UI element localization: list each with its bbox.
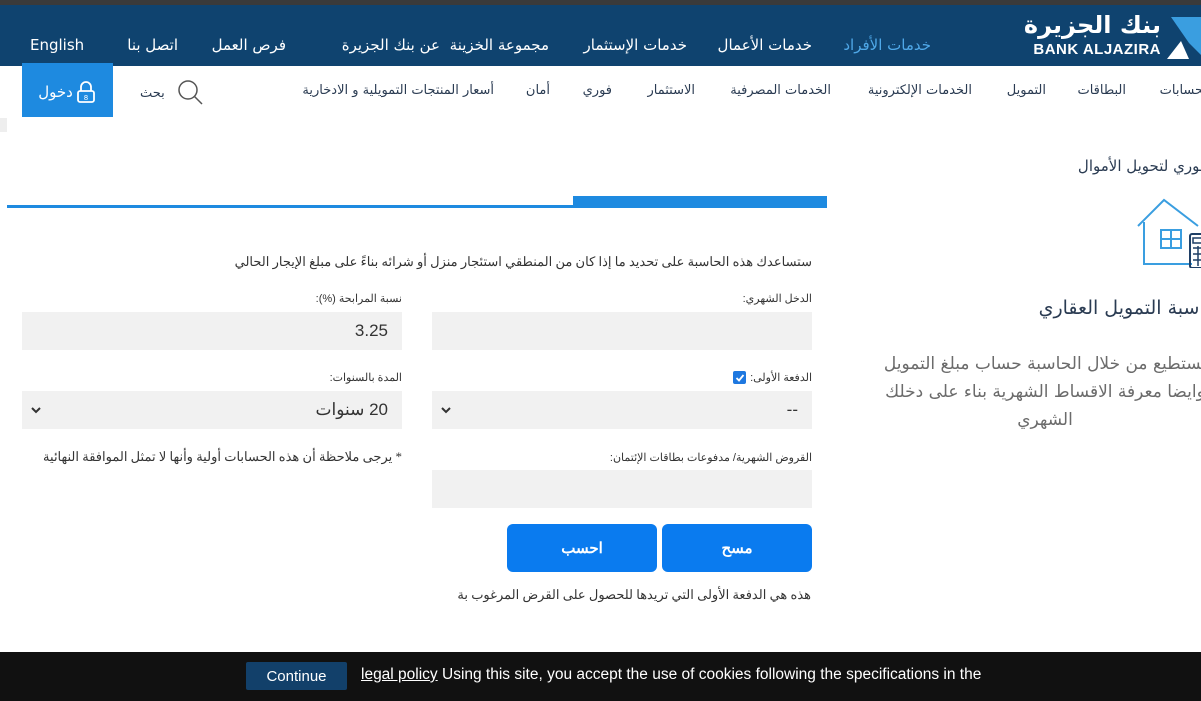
down-payment-hint: هذه هي الدفعة الأولى التي تريدها للحصول … <box>457 587 811 602</box>
subnav-fawri[interactable]: فوري <box>583 83 612 98</box>
down-payment-checkbox[interactable] <box>733 371 747 384</box>
cookie-continue-button[interactable]: Continue <box>246 662 347 690</box>
side-tab <box>0 118 7 132</box>
cookie-banner: Continue legal policy Using this site, y… <box>0 652 1201 701</box>
monthly-income-label-text: الدخل الشهري: <box>742 293 812 305</box>
down-payment-selected: -- <box>786 400 798 419</box>
clear-button[interactable]: مسح <box>662 524 812 572</box>
progress-fill <box>572 196 827 208</box>
monthly-loans-label: القروض الشهرية/ مدفوعات بطاقات الإئتمان: <box>610 451 812 464</box>
cookie-message-text: Using this site, you accept the use of c… <box>437 666 982 683</box>
subnav-aman[interactable]: أمان <box>526 83 550 98</box>
svg-text:8: 8 <box>84 94 88 102</box>
duration-label: المدة بالسنوات: <box>330 371 402 384</box>
main-nav: خدمات الأفراد خدمات الأعمال خدمات الإستث… <box>0 5 1201 66</box>
calculator-progress-bar <box>7 196 827 208</box>
monthly-loans-label-text: القروض الشهرية/ مدفوعات بطاقات الإئتمان: <box>609 452 812 464</box>
subnav-product-prices[interactable]: أسعار المنتجات التمويلية و الادخارية <box>302 83 494 98</box>
sidebar-title: حاسبة التمويل العقاري <box>1038 297 1201 319</box>
profit-rate-label-text: نسبة المرابحة (%): <box>315 293 402 305</box>
subnav-accounts[interactable]: الحسابات <box>1160 83 1201 98</box>
subnav-banking-services[interactable]: الخدمات المصرفية <box>730 83 831 98</box>
login-label: دخول <box>38 82 73 101</box>
nav-investment-services[interactable]: خدمات الإستثمار <box>584 36 687 54</box>
calculate-button[interactable]: احسب <box>507 524 657 572</box>
sidebar-panel: فوري لتحويل الأموال حاسبة التمويل العقار… <box>880 140 1201 440</box>
duration-select[interactable]: 20 سنوات <box>22 391 402 429</box>
nav-business-services[interactable]: خدمات الأعمال <box>718 36 812 54</box>
search-label: بحث <box>140 85 165 101</box>
checkmark-icon <box>735 373 744 382</box>
cookie-message: legal policy Using this site, you accept… <box>361 666 981 684</box>
duration-selected: 20 سنوات <box>315 400 388 419</box>
down-payment-label-text: الدفعة الأولى: <box>750 372 812 384</box>
nav-treasury-group[interactable]: مجموعة الخزينة <box>450 36 549 54</box>
subnav-financing[interactable]: التمويل <box>1007 83 1046 98</box>
chevron-down-icon <box>31 407 41 414</box>
nav-careers[interactable]: فرص العمل <box>212 36 286 54</box>
chevron-down-icon <box>441 407 451 414</box>
duration-label-text: المدة بالسنوات: <box>329 372 402 384</box>
search-icon[interactable] <box>177 79 205 107</box>
house-calculator-icon <box>1137 198 1201 268</box>
search-control[interactable]: بحث <box>140 78 205 108</box>
disclaimer-note: * يرجى ملاحظة أن هذه الحسابات أولية وأنه… <box>43 449 402 464</box>
nav-individual-services[interactable]: خدمات الأفراد <box>843 36 931 54</box>
language-active-underline <box>22 63 113 66</box>
profit-rate-input[interactable]: 3.25 <box>22 312 402 350</box>
fawri-transfer-link[interactable]: فوري لتحويل الأموال <box>1078 157 1201 175</box>
login-button[interactable]: 8 دخول <box>22 66 113 117</box>
monthly-income-label: الدخل الشهري: <box>743 292 812 305</box>
subnav-e-services[interactable]: الخدمات الإلكترونية <box>868 83 972 98</box>
down-payment-select[interactable]: -- <box>432 391 812 429</box>
lock-icon: 8 <box>76 80 95 103</box>
nav-about-bank[interactable]: عن بنك الجزيرة <box>342 36 440 54</box>
nav-contact-us[interactable]: اتصل بنا <box>127 36 178 54</box>
monthly-loans-input[interactable] <box>432 470 812 508</box>
nav-language-english[interactable]: English <box>30 36 84 54</box>
legal-policy-link[interactable]: legal policy <box>361 666 438 683</box>
profit-rate-value: 3.25 <box>354 321 388 340</box>
profit-rate-label: نسبة المرابحة (%): <box>316 292 402 305</box>
subnav-cards[interactable]: البطاقات <box>1077 83 1126 98</box>
subnav-investment[interactable]: الاستثمار <box>647 83 695 98</box>
calculator-intro: ستساعدك هذه الحاسبة على تحديد ما إذا كان… <box>234 254 812 269</box>
monthly-income-input[interactable] <box>432 312 812 350</box>
down-payment-label: الدفعة الأولى: <box>733 371 812 384</box>
sidebar-description: تستطيع من خلال الحاسبة حساب مبلغ التمويل… <box>883 354 1201 430</box>
